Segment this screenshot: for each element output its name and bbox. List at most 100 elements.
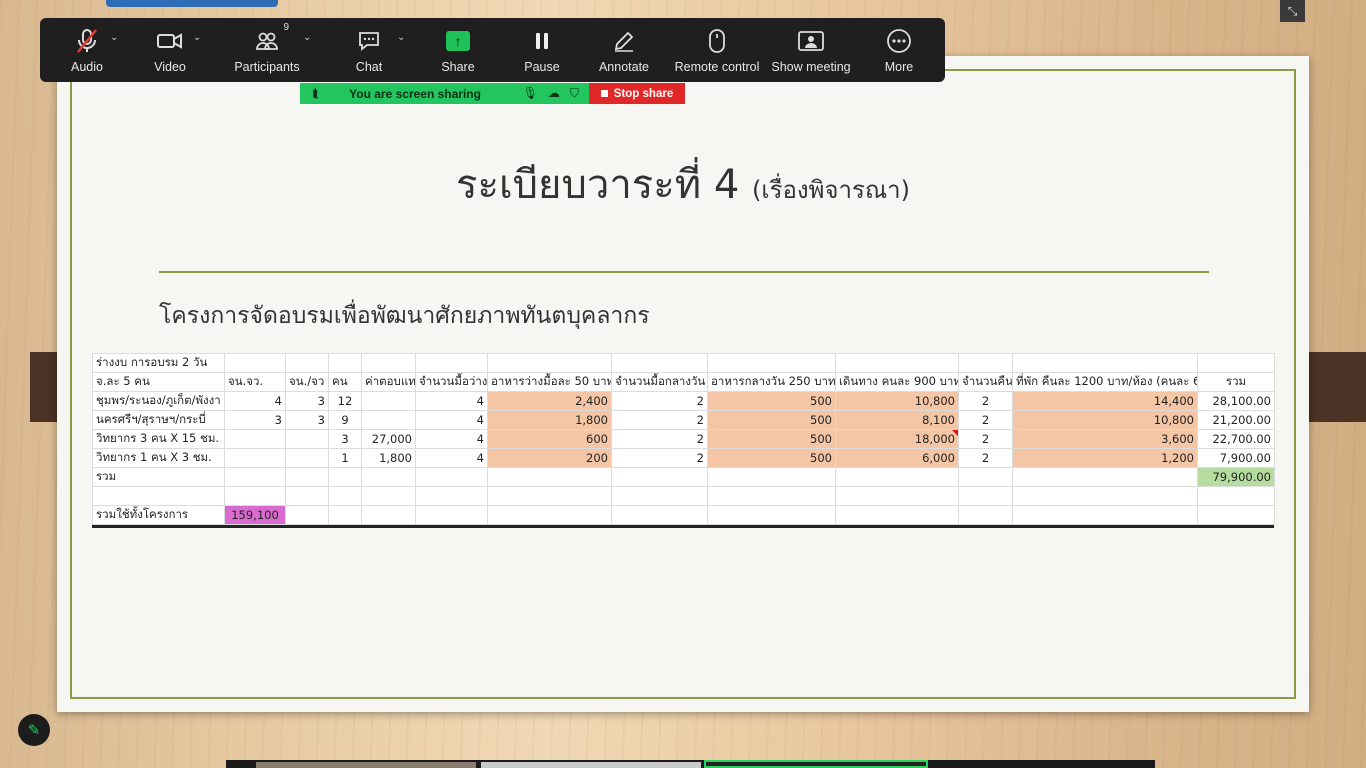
table-cell[interactable]: 6,000 xyxy=(835,448,959,468)
table-cell[interactable]: 1 xyxy=(328,448,362,468)
active-speaker-thumbnail[interactable] xyxy=(704,760,928,768)
table-cell[interactable] xyxy=(285,448,329,468)
sum-label[interactable]: รวม xyxy=(92,467,225,487)
table-cell[interactable]: วิทยากร 3 คน X 15 ชม. xyxy=(92,429,225,449)
table-cell[interactable]: 2 xyxy=(958,410,1013,430)
table-cell[interactable]: 1,800 xyxy=(361,448,416,468)
table-header-cell[interactable]: จน./จว xyxy=(285,372,329,392)
table-header-cell[interactable]: จ.ละ 5 คน xyxy=(92,372,225,392)
table-cell[interactable]: 2 xyxy=(611,410,708,430)
table-cell[interactable]: 7,900.00 xyxy=(1197,448,1275,468)
exit-fullscreen-icon[interactable]: ⤡ xyxy=(1280,0,1305,22)
table-cell[interactable]: 10,800 xyxy=(835,391,959,411)
security-shield-icon: ⛉ xyxy=(569,86,579,100)
table-cell[interactable]: 4 xyxy=(415,448,488,468)
annotation-pen-icon[interactable]: ✎ xyxy=(18,714,50,746)
table-cell[interactable] xyxy=(285,429,329,449)
table-cell[interactable]: 4 xyxy=(224,391,286,411)
video-options-chevron-icon[interactable]: ⌄ xyxy=(193,32,201,43)
table-cell[interactable] xyxy=(361,391,416,411)
project-total-cell[interactable]: 159,100 xyxy=(224,505,286,525)
table-cell[interactable]: 22,700.00 xyxy=(1197,429,1275,449)
share-button[interactable]: ↑ Share xyxy=(438,18,478,82)
table-cell[interactable]: 14,400 xyxy=(1012,391,1198,411)
table-cell[interactable] xyxy=(224,429,286,449)
participants-options-chevron-icon[interactable]: ⌄ xyxy=(303,32,311,43)
table-cell[interactable]: 1,200 xyxy=(1012,448,1198,468)
table-header-cell[interactable]: จำนวนมื้อกลางวัน xyxy=(611,372,708,392)
table-header-cell[interactable]: อาหารกลางวัน 250 บาท xyxy=(707,372,836,392)
table-cell[interactable]: นครศรีฯ/สุราษฯ/กระบี่ xyxy=(92,410,225,430)
table-cell[interactable]: 8,100 xyxy=(835,410,959,430)
table-cell[interactable]: 500 xyxy=(707,410,836,430)
table-cell[interactable]: ชุมพร/ระนอง/ภูเก็ต/พังงา xyxy=(92,391,225,411)
table-cell[interactable]: 2 xyxy=(611,429,708,449)
table-cell[interactable]: 1,800 xyxy=(487,410,612,430)
table-cell[interactable]: 10,800 xyxy=(1012,410,1198,430)
table-cell[interactable]: 3 xyxy=(285,410,329,430)
table-cell[interactable]: วิทยากร 1 คน X 3 ชม. xyxy=(92,448,225,468)
table-cell[interactable]: 3 xyxy=(328,429,362,449)
table-cell[interactable]: 12 xyxy=(328,391,362,411)
table-cell[interactable]: 2 xyxy=(611,448,708,468)
table-cell[interactable]: 27,000 xyxy=(361,429,416,449)
table-header-cell[interactable]: จำนวนมื้อว่าง xyxy=(415,372,488,392)
video-button[interactable]: Video xyxy=(147,18,193,82)
table-cell[interactable]: 500 xyxy=(707,429,836,449)
participants-button[interactable]: 9 Participants xyxy=(232,18,302,82)
table-cell[interactable]: 200 xyxy=(487,448,612,468)
table-cell[interactable]: 4 xyxy=(415,410,488,430)
table-cell[interactable]: 2 xyxy=(958,448,1013,468)
table-cell[interactable]: ร่างงบ การอบรม 2 วัน xyxy=(92,353,225,373)
table-row xyxy=(92,486,1275,506)
table-header-cell[interactable]: ที่พัก คืนละ 1200 บาท/ห้อง (คนละ 60 xyxy=(1012,372,1198,392)
table-cell[interactable]: 4 xyxy=(415,429,488,449)
table-header-cell[interactable]: จำนวนคืน xyxy=(958,372,1013,392)
table-cell-with-comment[interactable]: 18,000 xyxy=(835,429,959,449)
table-row: วิทยากร 1 คน X 3 ชม. 1 1,800 4 200 2 500… xyxy=(92,448,1275,468)
table-cell[interactable]: 500 xyxy=(707,448,836,468)
table-cell[interactable]: 4 xyxy=(415,391,488,411)
drag-handle-icon[interactable]: ⮬ xyxy=(312,86,319,101)
table-project-total-row: รวมใช้ทั้งโครงการ 159,100 xyxy=(92,505,1275,525)
table-cell[interactable]: 3 xyxy=(224,410,286,430)
table-header-cell[interactable]: รวม xyxy=(1197,372,1275,392)
pause-share-button[interactable]: Pause xyxy=(522,18,562,82)
chat-options-chevron-icon[interactable]: ⌄ xyxy=(397,32,405,43)
table-header-cell[interactable]: จน.จว. xyxy=(224,372,286,392)
more-button[interactable]: More xyxy=(882,18,916,82)
table-cell[interactable] xyxy=(224,448,286,468)
table-cell[interactable]: 28,100.00 xyxy=(1197,391,1275,411)
table-cell[interactable] xyxy=(361,410,416,430)
table-cell[interactable]: 600 xyxy=(487,429,612,449)
participants-count: 9 xyxy=(283,22,289,33)
table-cell[interactable]: 3,600 xyxy=(1012,429,1198,449)
table-cell[interactable]: 21,200.00 xyxy=(1197,410,1275,430)
project-total-label[interactable]: รวมใช้ทั้งโครงการ xyxy=(92,505,225,525)
chat-button[interactable]: Chat xyxy=(348,18,390,82)
video-thumbnail[interactable] xyxy=(256,762,476,768)
audio-options-chevron-icon[interactable]: ⌄ xyxy=(110,32,118,43)
sum-total-cell[interactable]: 79,900.00 xyxy=(1197,467,1275,487)
table-header-cell[interactable]: อาหารว่างมื้อละ 50 บาท xyxy=(487,372,612,392)
remote-control-button[interactable]: Remote control xyxy=(674,18,760,82)
stop-share-button[interactable]: Stop share xyxy=(589,83,685,104)
pause-label: Pause xyxy=(524,60,560,74)
table-cell[interactable]: 2 xyxy=(958,429,1013,449)
table-header-cell[interactable]: เดินทาง คนละ 900 บาท xyxy=(835,372,959,392)
show-meeting-button[interactable]: Show meeting xyxy=(771,18,851,82)
annotate-button[interactable]: Annotate xyxy=(596,18,652,82)
annotate-label: Annotate xyxy=(598,60,650,74)
screen-sharing-banner[interactable]: ⮬ You are screen sharing 🎙 ☁ ⛉ xyxy=(300,83,589,104)
audio-button[interactable]: Audio xyxy=(62,18,112,82)
table-cell[interactable]: 9 xyxy=(328,410,362,430)
table-cell[interactable]: 2 xyxy=(611,391,708,411)
table-cell[interactable]: 500 xyxy=(707,391,836,411)
table-cell[interactable]: 3 xyxy=(285,391,329,411)
slide-title: ระเบียบวาระที่ 4 (เรื่องพิจารณา) xyxy=(57,152,1309,216)
table-header-cell[interactable]: ค่าตอบแท xyxy=(361,372,416,392)
table-header-cell[interactable]: คน xyxy=(328,372,362,392)
table-cell[interactable]: 2,400 xyxy=(487,391,612,411)
video-thumbnail[interactable] xyxy=(481,762,701,768)
table-cell[interactable]: 2 xyxy=(958,391,1013,411)
